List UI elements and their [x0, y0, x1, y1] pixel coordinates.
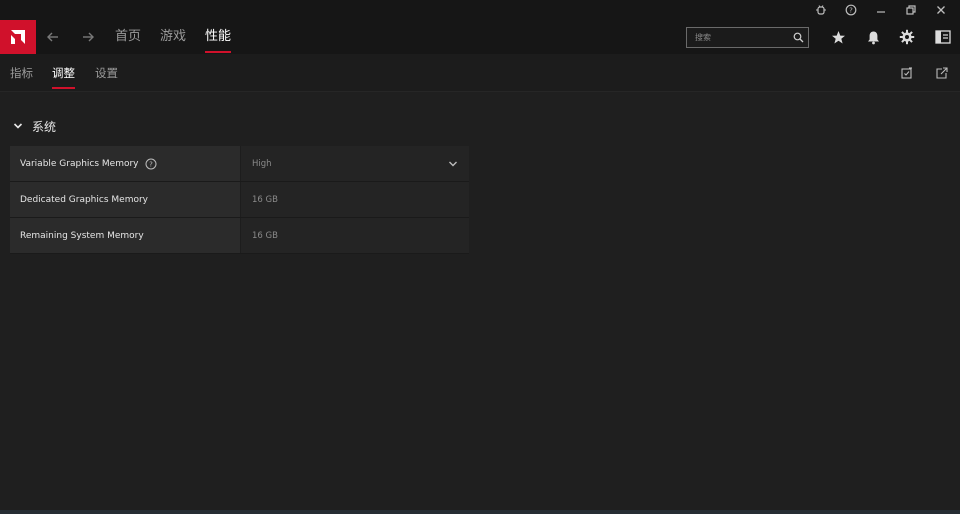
- row-label: Dedicated Graphics Memory: [20, 194, 148, 205]
- search-icon[interactable]: [788, 28, 808, 47]
- amd-logo[interactable]: [0, 20, 36, 54]
- tab-home[interactable]: 首页: [115, 20, 141, 54]
- bottom-border: [0, 510, 960, 514]
- sidebar-panel-icon[interactable]: [928, 20, 958, 54]
- window-controls: ?: [806, 0, 956, 20]
- search-box: [686, 27, 809, 48]
- help-circle-icon[interactable]: ?: [145, 157, 158, 170]
- gear-icon[interactable]: [892, 20, 922, 54]
- sub-navbar: 指标 调整 设置: [0, 54, 960, 92]
- window-titlebar: ?: [0, 0, 960, 20]
- table-row: Remaining System Memory 16 GB: [10, 218, 469, 254]
- tab-games[interactable]: 游戏: [160, 20, 186, 54]
- edit-check-icon[interactable]: [896, 62, 918, 84]
- help-icon[interactable]: ?: [836, 0, 866, 20]
- bug-report-icon[interactable]: [806, 0, 836, 20]
- vgm-dropdown[interactable]: High: [240, 146, 469, 181]
- forward-arrow-icon[interactable]: [73, 20, 103, 54]
- minimize-icon[interactable]: [866, 0, 896, 20]
- row-label-cell: Variable Graphics Memory ?: [10, 146, 240, 181]
- row-label-cell: Remaining System Memory: [10, 218, 240, 253]
- dropdown-value: High: [252, 158, 272, 169]
- bell-icon[interactable]: [858, 20, 888, 54]
- chevron-down-icon[interactable]: [447, 158, 459, 170]
- subtab-metrics[interactable]: 指标: [10, 54, 33, 92]
- table-row: Variable Graphics Memory ? High: [10, 146, 469, 182]
- table-row: Dedicated Graphics Memory 16 GB: [10, 182, 469, 218]
- search-input[interactable]: [687, 28, 788, 47]
- export-icon[interactable]: [931, 62, 953, 84]
- star-icon[interactable]: [823, 20, 853, 54]
- back-arrow-icon[interactable]: [38, 20, 68, 54]
- section-title: 系统: [32, 119, 57, 134]
- svg-text:?: ?: [849, 7, 853, 15]
- subtab-settings[interactable]: 设置: [95, 54, 118, 92]
- svg-text:?: ?: [149, 160, 153, 168]
- restore-icon[interactable]: [896, 0, 926, 20]
- chevron-down-icon[interactable]: [10, 118, 26, 134]
- main-navbar: 首页 游戏 性能: [0, 20, 960, 54]
- system-memory-table: Variable Graphics Memory ? High Dedicate…: [10, 146, 469, 254]
- subtab-tuning[interactable]: 调整: [52, 54, 75, 92]
- row-label: Variable Graphics Memory: [20, 158, 139, 169]
- row-label: Remaining System Memory: [20, 230, 144, 241]
- row-label-cell: Dedicated Graphics Memory: [10, 182, 240, 217]
- tab-performance[interactable]: 性能: [205, 20, 232, 54]
- close-icon[interactable]: [926, 0, 956, 20]
- row-value: 16 GB: [252, 230, 278, 241]
- row-value-cell: 16 GB: [240, 182, 469, 217]
- row-value-cell: 16 GB: [240, 218, 469, 253]
- section-header-system[interactable]: 系统: [10, 116, 56, 136]
- row-value: 16 GB: [252, 194, 278, 205]
